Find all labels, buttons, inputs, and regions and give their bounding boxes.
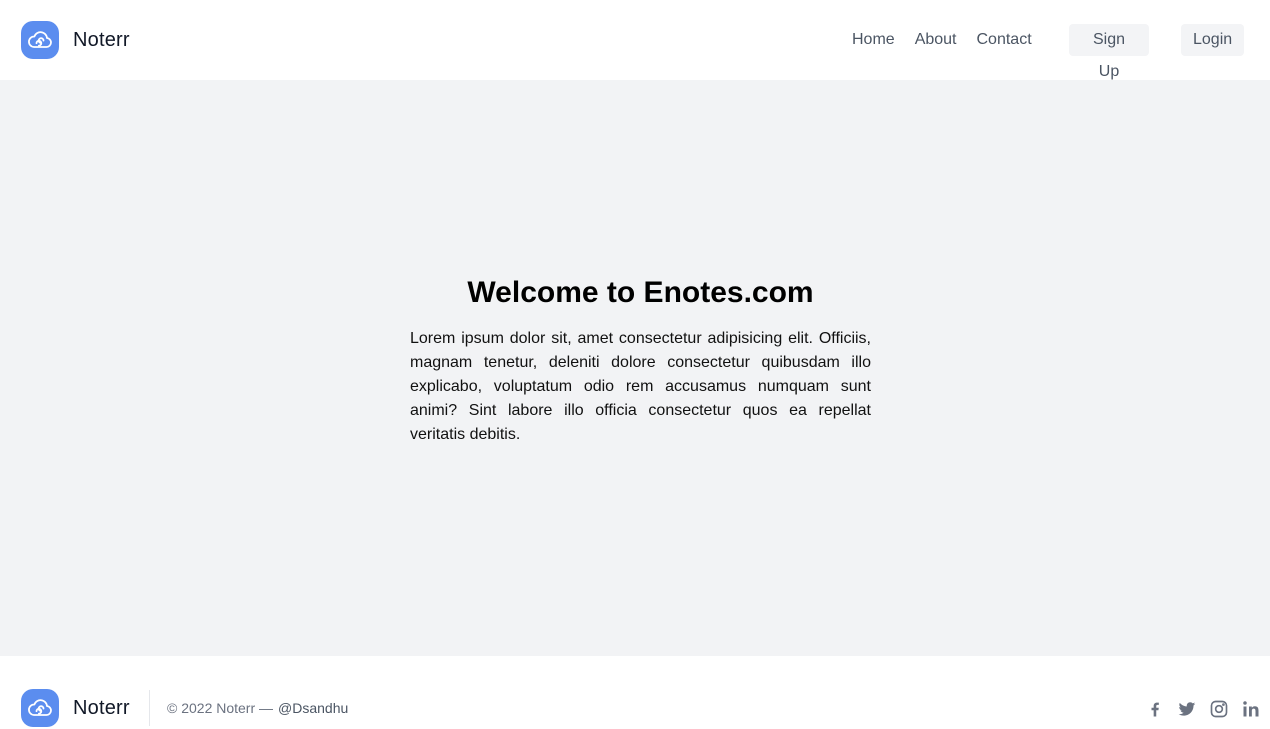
header-brand[interactable]: Noterr <box>21 21 130 59</box>
copyright-notice: © 2022 Noterr — <box>167 700 274 716</box>
hero-title: Welcome to Enotes.com <box>467 276 814 309</box>
cloud-icon <box>21 689 59 727</box>
cloud-icon <box>21 21 59 59</box>
site-header: Noterr Home About Contact Sign Up Login <box>0 0 1270 80</box>
login-button[interactable]: Login <box>1181 24 1244 56</box>
hero-section: Welcome to Enotes.com Lorem ipsum dolor … <box>410 275 871 447</box>
signup-button[interactable]: Sign Up <box>1069 24 1149 80</box>
nav-contact[interactable]: Contact <box>977 24 1032 56</box>
copyright-text: © 2022 Noterr — @Dsandhu <box>167 699 348 717</box>
main-nav: Home About Contact <box>852 24 1032 56</box>
nav-about[interactable]: About <box>915 24 957 56</box>
brand-name: Noterr <box>73 28 130 51</box>
social-links <box>1144 698 1262 720</box>
author-handle-link[interactable]: @Dsandhu <box>278 700 348 716</box>
hero-body: Lorem ipsum dolor sit, amet consectetur … <box>410 330 871 443</box>
main-content: Welcome to Enotes.com Lorem ipsum dolor … <box>0 80 1270 656</box>
footer-divider <box>149 690 150 726</box>
facebook-icon[interactable] <box>1144 698 1166 720</box>
footer-brand[interactable]: Noterr <box>21 689 130 727</box>
site-footer: Noterr © 2022 Noterr — @Dsandhu <box>0 656 1270 729</box>
nav-home[interactable]: Home <box>852 24 895 56</box>
footer-brand-name: Noterr <box>73 696 130 719</box>
instagram-icon[interactable] <box>1208 698 1230 720</box>
linkedin-icon[interactable] <box>1240 698 1262 720</box>
twitter-icon[interactable] <box>1176 698 1198 720</box>
